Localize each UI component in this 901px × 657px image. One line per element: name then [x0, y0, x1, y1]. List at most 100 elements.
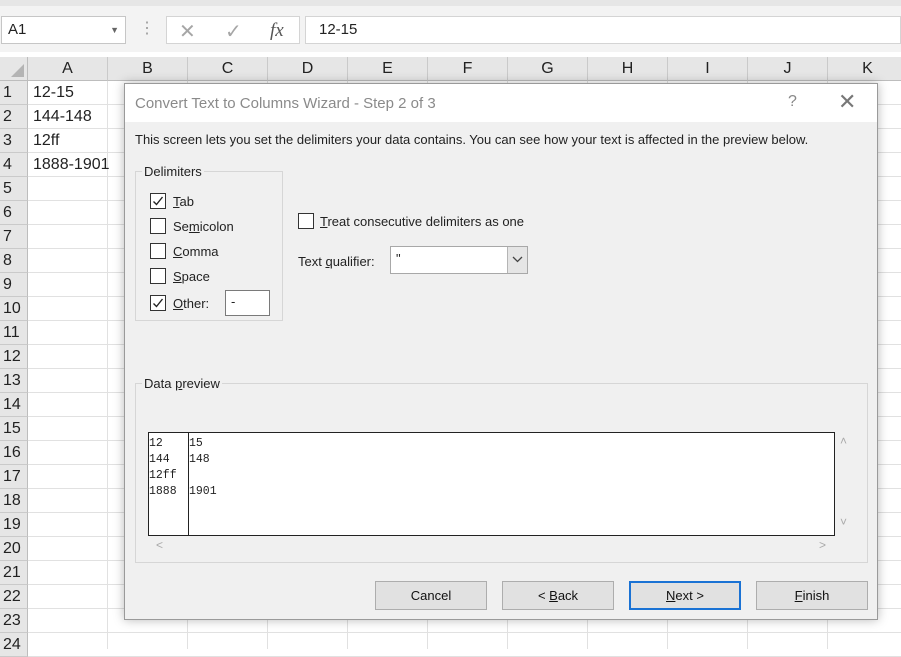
- preview-cell: 1901: [189, 485, 217, 498]
- consecutive-delimiters-label: Treat consecutive delimiters as one: [320, 214, 525, 229]
- row-header-15[interactable]: 15: [0, 417, 28, 441]
- back-button[interactable]: < Back: [502, 581, 614, 610]
- row-header-18[interactable]: 18: [0, 489, 28, 513]
- row-header-2[interactable]: 2: [0, 105, 28, 129]
- text-qualifier-select[interactable]: ": [390, 246, 528, 274]
- preview-cell: 15: [189, 437, 203, 450]
- row-header-8[interactable]: 8: [0, 249, 28, 273]
- semicolon-checkbox[interactable]: [150, 218, 166, 234]
- tab-label: Tab: [173, 194, 194, 209]
- scroll-right-icon[interactable]: >: [819, 538, 826, 552]
- preview-cell: 144: [149, 453, 170, 466]
- cancel-button[interactable]: Cancel: [375, 581, 487, 610]
- data-preview-legend: Data preview: [142, 376, 222, 391]
- row-header-20[interactable]: 20: [0, 537, 28, 561]
- insert-function-icon[interactable]: fx: [270, 20, 284, 42]
- column-header-g[interactable]: G: [508, 57, 588, 81]
- row-header-11[interactable]: 11: [0, 321, 28, 345]
- preview-vertical-scrollbar[interactable]: ˄ ˅: [835, 432, 855, 536]
- chevron-down-icon[interactable]: [507, 247, 527, 273]
- other-label: Other:: [173, 296, 210, 311]
- preview-cell: 148: [189, 453, 210, 466]
- row-header-6[interactable]: 6: [0, 201, 28, 225]
- column-header-a[interactable]: A: [28, 57, 108, 81]
- comma-checkbox[interactable]: [150, 243, 166, 259]
- preview-cell: 12: [149, 437, 163, 450]
- finish-button[interactable]: Finish: [756, 581, 868, 610]
- text-qualifier-label: Text qualifier:: [298, 254, 375, 269]
- scroll-up-icon[interactable]: ˄: [840, 434, 847, 448]
- next-button-label: Next >: [666, 588, 704, 603]
- row-header-12[interactable]: 12: [0, 345, 28, 369]
- select-all-button[interactable]: [0, 57, 28, 81]
- check-icon: [153, 298, 164, 308]
- row-header-14[interactable]: 14: [0, 393, 28, 417]
- column-header-j[interactable]: J: [748, 57, 828, 81]
- data-preview-table[interactable]: 12 15 144 148 12ff 1888 1901: [148, 432, 835, 536]
- column-header-e[interactable]: E: [348, 57, 428, 81]
- formula-bar-buttons: ✕ ✓ fx: [166, 16, 300, 44]
- formula-bar: A1 ▼ ⋮ ✕ ✓ fx 12-15: [0, 6, 901, 52]
- consecutive-delimiters-checkbox[interactable]: [298, 213, 314, 229]
- column-header-f[interactable]: F: [428, 57, 508, 81]
- row-header-3[interactable]: 3: [0, 129, 28, 153]
- cell-a1[interactable]: 12-15: [33, 81, 74, 105]
- delimiters-legend: Delimiters: [142, 164, 204, 179]
- row-header-10[interactable]: 10: [0, 297, 28, 321]
- row-header-24[interactable]: 24: [0, 633, 28, 657]
- formula-bar-grip-icon[interactable]: ⋮: [139, 20, 155, 38]
- next-button[interactable]: Next >: [629, 581, 741, 610]
- row-header-7[interactable]: 7: [0, 225, 28, 249]
- finish-button-label: Finish: [794, 588, 830, 603]
- dialog-titlebar: Convert Text to Columns Wizard - Step 2 …: [125, 84, 877, 122]
- column-header-i[interactable]: I: [668, 57, 748, 81]
- scroll-left-icon[interactable]: <: [156, 538, 163, 552]
- row-header-9[interactable]: 9: [0, 273, 28, 297]
- check-icon: [153, 196, 164, 206]
- row-header-21[interactable]: 21: [0, 561, 28, 585]
- row-header-13[interactable]: 13: [0, 369, 28, 393]
- formula-input[interactable]: 12-15: [305, 16, 901, 44]
- close-icon[interactable]: ✕: [838, 89, 856, 115]
- back-button-label: < Back: [537, 588, 579, 603]
- space-label: Space: [173, 269, 210, 284]
- convert-text-dialog: Convert Text to Columns Wizard - Step 2 …: [124, 83, 878, 620]
- name-box-value: A1: [8, 21, 27, 38]
- preview-horizontal-scrollbar[interactable]: < >: [148, 536, 835, 556]
- name-box[interactable]: A1 ▼: [1, 16, 126, 44]
- row-header-4[interactable]: 4: [0, 153, 28, 177]
- semicolon-label: Semicolon: [173, 219, 234, 234]
- column-header-d[interactable]: D: [268, 57, 348, 81]
- grid-row[interactable]: [28, 633, 901, 657]
- column-header-h[interactable]: H: [588, 57, 668, 81]
- column-header-c[interactable]: C: [188, 57, 268, 81]
- row-header-23[interactable]: 23: [0, 609, 28, 633]
- help-icon[interactable]: ?: [788, 93, 797, 111]
- scroll-down-icon[interactable]: ˅: [840, 515, 847, 529]
- comma-label: Comma: [173, 244, 219, 259]
- row-header-22[interactable]: 22: [0, 585, 28, 609]
- confirm-entry-icon[interactable]: ✓: [225, 19, 242, 44]
- row-header-17[interactable]: 17: [0, 465, 28, 489]
- cancel-entry-icon[interactable]: ✕: [179, 19, 196, 44]
- other-checkbox[interactable]: [150, 295, 166, 311]
- name-box-dropdown-icon[interactable]: ▼: [110, 17, 119, 43]
- text-qualifier-value: ": [396, 251, 401, 266]
- column-header-b[interactable]: B: [108, 57, 188, 81]
- row-header-1[interactable]: 1: [0, 81, 28, 105]
- cell-a4[interactable]: 1888-1901: [33, 153, 110, 177]
- other-delimiter-input[interactable]: -: [225, 290, 270, 316]
- row-header-19[interactable]: 19: [0, 513, 28, 537]
- preview-cell: 12ff: [149, 469, 177, 482]
- cancel-button-label: Cancel: [410, 588, 452, 603]
- preview-cell: 1888: [149, 485, 177, 498]
- cell-a3[interactable]: 12ff: [33, 129, 59, 153]
- column-header-k[interactable]: K: [828, 57, 901, 81]
- row-header-5[interactable]: 5: [0, 177, 28, 201]
- tab-checkbox[interactable]: [150, 193, 166, 209]
- space-checkbox[interactable]: [150, 268, 166, 284]
- dialog-description: This screen lets you set the delimiters …: [135, 132, 809, 147]
- row-header-16[interactable]: 16: [0, 441, 28, 465]
- dialog-title: Convert Text to Columns Wizard - Step 2 …: [135, 95, 436, 112]
- cell-a2[interactable]: 144-148: [33, 105, 92, 129]
